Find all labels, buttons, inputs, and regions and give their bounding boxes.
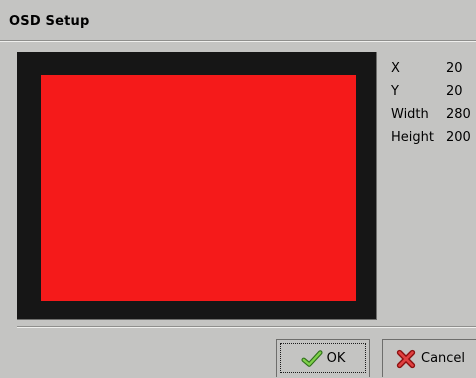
info-row-height: Height 200 — [391, 126, 471, 149]
window-title: OSD Setup — [9, 14, 90, 29]
green-check-icon — [301, 349, 323, 367]
info-row-width: Width 280 — [391, 103, 471, 126]
button-divider — [17, 326, 476, 328]
ok-button[interactable]: OK — [276, 339, 370, 377]
y-value: 20 — [446, 84, 463, 99]
info-row-x: X 20 — [391, 57, 471, 80]
width-label: Width — [391, 107, 429, 122]
red-x-icon — [396, 349, 416, 368]
ok-label: OK — [326, 351, 346, 366]
x-value: 20 — [446, 61, 463, 76]
title-divider — [0, 40, 476, 42]
cancel-label: Cancel — [421, 351, 466, 366]
x-label: X — [391, 61, 400, 76]
osd-info-panel: X 20 Y 20 Width 280 Height 200 — [391, 57, 471, 149]
height-value: 200 — [446, 130, 471, 145]
height-label: Height — [391, 130, 434, 145]
width-value: 280 — [446, 107, 471, 122]
y-label: Y — [391, 84, 399, 99]
cancel-button[interactable]: Cancel — [382, 339, 476, 377]
osd-preview — [17, 52, 377, 320]
osd-area-rectangle[interactable] — [41, 75, 356, 301]
info-row-y: Y 20 — [391, 80, 471, 103]
